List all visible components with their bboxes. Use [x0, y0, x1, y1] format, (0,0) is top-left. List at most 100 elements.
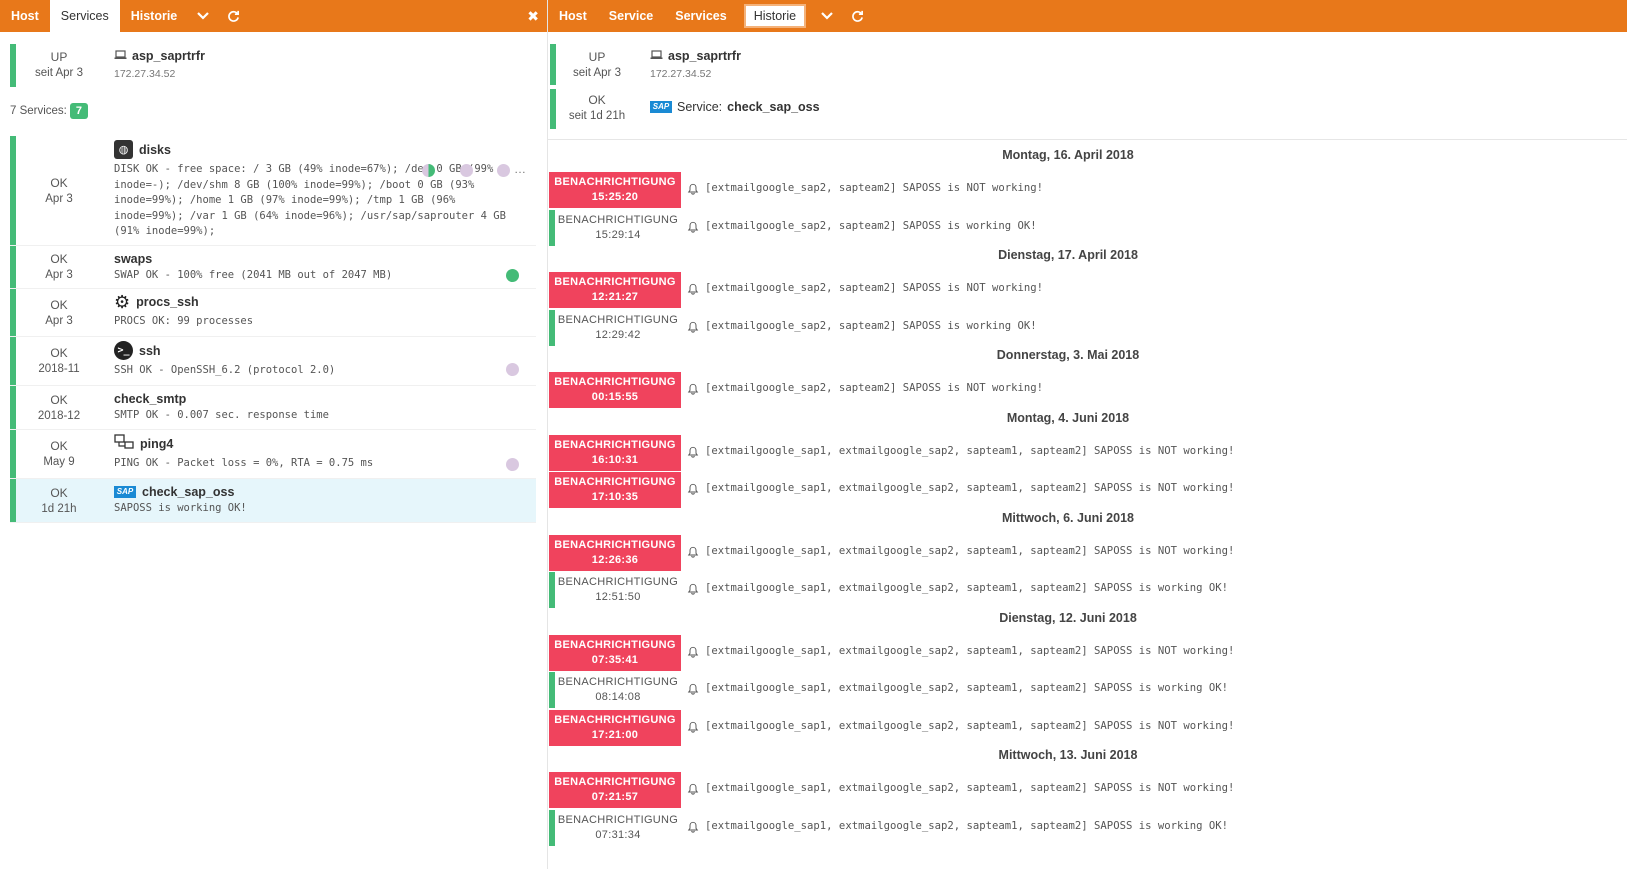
laptop-icon	[114, 49, 127, 63]
day-header: Dienstag, 12. Juni 2018	[999, 610, 1137, 625]
service-state-since: seit 1d 21h	[568, 110, 626, 122]
host-summary[interactable]: UP seit Apr 3 asp_saprtrfr 172.27.34.52	[550, 44, 1627, 85]
service-summary[interactable]: OK seit 1d 21h SAP Service: check_sap_os…	[550, 89, 1627, 129]
history-entry[interactable]: BENACHRICHTIGUNG 12:29:42 [extmailgoogle_s…	[549, 309, 1549, 346]
host-state-label: UP	[588, 50, 606, 64]
event-type-badge: BENACHRICHTIGUNG 17:21:00	[549, 709, 681, 746]
service-name[interactable]: swaps	[114, 252, 152, 266]
event-label: BENACHRICHTIGUNG	[554, 638, 676, 651]
bell-icon	[687, 283, 701, 297]
service-state: OK	[50, 175, 68, 190]
perfdata-pie[interactable]	[506, 458, 519, 471]
host-summary[interactable]: UP seit Apr 3 asp_saprtrfr 172.27.34.52	[10, 44, 547, 87]
service-name[interactable]: check_sap_oss	[142, 485, 234, 499]
history-entry[interactable]: BENACHRICHTIGUNG 16:10:31 [extmailgoogle_s…	[549, 434, 1549, 471]
perfdata-pie[interactable]	[506, 363, 519, 376]
chevron-down-icon[interactable]	[188, 0, 218, 32]
service-name[interactable]: ping4	[140, 437, 173, 451]
service-row-ssh[interactable]: OK 2018-11 >_ ssh SSH OK - OpenSSH_6.2 (pr…	[10, 337, 536, 386]
event-label: BENACHRICHTIGUNG	[557, 676, 679, 688]
service-name[interactable]: procs_ssh	[136, 295, 199, 309]
event-message: [extmailgoogle_sap2, sapteam2] SAPOSS is…	[705, 319, 1037, 332]
history-entry[interactable]: BENACHRICHTIGUNG 15:25:20 [extmailgoogle_s…	[549, 172, 1549, 208]
service-state: OK	[50, 346, 68, 360]
network-icon	[114, 434, 134, 453]
history-entry[interactable]: BENACHRICHTIGUNG 08:14:08 [extmailgoogle_s…	[549, 672, 1549, 708]
day-header: Mittwoch, 6. Juni 2018	[1002, 510, 1134, 525]
services-count: 7 Services: 7	[10, 103, 547, 119]
history-entry[interactable]: BENACHRICHTIGUNG 00:15:55 [extmailgoogle_s…	[549, 372, 1549, 408]
perfdata-pie[interactable]	[422, 164, 435, 177]
history-entry[interactable]: BENACHRICHTIGUNG 07:31:34 [extmailgoogle_s…	[549, 809, 1549, 846]
service-row-swaps[interactable]: OK Apr 3 swaps SWAP OK - 100% free (2041 …	[10, 246, 536, 289]
service-state-label: OK	[588, 93, 606, 107]
tab-service[interactable]: Service	[598, 0, 664, 32]
tab-history[interactable]: Historie	[120, 0, 189, 32]
bell-icon	[687, 783, 701, 797]
close-pane-icon[interactable]: ✖	[527, 0, 539, 32]
perfdata-pie[interactable]	[497, 164, 510, 177]
refresh-icon[interactable]	[218, 0, 248, 32]
event-time: 07:31:34	[595, 828, 641, 841]
event-label: BENACHRICHTIGUNG	[557, 813, 679, 826]
perfdata-pie[interactable]	[460, 164, 473, 177]
history-entry[interactable]: BENACHRICHTIGUNG 12:26:36 [extmailgoogle_s…	[549, 534, 1549, 571]
history-entry[interactable]: BENACHRICHTIGUNG 07:35:41 [extmailgoogle_s…	[549, 634, 1549, 671]
bell-icon	[687, 683, 701, 697]
laptop-icon	[650, 49, 663, 63]
event-message: [extmailgoogle_sap1, extmailgoogle_sap2,…	[705, 444, 1235, 457]
history-entry[interactable]: BENACHRICHTIGUNG 15:29:14 [extmailgoogle_s…	[549, 209, 1549, 246]
chevron-down-icon[interactable]	[812, 0, 842, 32]
bell-icon	[687, 483, 701, 497]
history-entry[interactable]: BENACHRICHTIGUNG 17:10:35 [extmailgoogle_s…	[549, 472, 1549, 508]
event-time: 12:21:27	[591, 291, 639, 303]
tab-services[interactable]: Services	[664, 0, 737, 32]
service-row-check-smtp[interactable]: OK 2018-12 check_smtp SMTP OK - 0.007 sec…	[10, 386, 536, 430]
perfdata-more-icon[interactable]: …	[514, 162, 526, 176]
service-name[interactable]: ssh	[139, 344, 161, 358]
event-type-badge: BENACHRICHTIGUNG 08:14:08	[549, 672, 681, 708]
host-address: 172.27.34.52	[650, 68, 712, 80]
day-header: Montag, 16. April 2018	[1002, 148, 1134, 162]
event-type-badge: BENACHRICHTIGUNG 15:29:14	[549, 209, 681, 246]
service-row-disks[interactable]: OK Apr 3 ◍ disks DISK OK - free space: / 3…	[10, 136, 536, 246]
service-row-check-sap-oss[interactable]: OK 1d 21h SAP check_sap_oss SAPOSS is work…	[10, 479, 536, 523]
perfdata-pie[interactable]	[506, 269, 519, 282]
tab-host[interactable]: Host	[548, 0, 598, 32]
tab-host[interactable]: Host	[0, 0, 50, 32]
service-row-ping4[interactable]: OK May 9 ping4 PING OK - Packet loss = 0%…	[10, 430, 536, 479]
event-message: [extmailgoogle_sap1, extmailgoogle_sap2,…	[705, 819, 1228, 832]
service-name[interactable]: check_sap_oss	[727, 100, 819, 114]
service-list: OK Apr 3 ◍ disks DISK OK - free space: / 3…	[0, 136, 547, 523]
history-entry[interactable]: BENACHRICHTIGUNG 12:51:50 [extmailgoogle_s…	[549, 572, 1549, 608]
bell-icon	[687, 646, 701, 660]
service-row-procs-ssh[interactable]: OK Apr 3 ⚙ procs_ssh PROCS OK: 99 processe…	[10, 289, 536, 337]
event-time: 15:29:14	[595, 228, 641, 241]
service-state: OK seit 1d 21h	[550, 89, 638, 129]
event-message: [extmailgoogle_sap1, extmailgoogle_sap2,…	[705, 682, 1228, 694]
host-name[interactable]: asp_saprtrfr	[132, 49, 205, 63]
host-name[interactable]: asp_saprtrfr	[668, 49, 741, 63]
tab-history[interactable]: Historie	[743, 4, 807, 28]
service-name[interactable]: disks	[139, 143, 171, 157]
history-entry[interactable]: BENACHRICHTIGUNG 12:21:27 [extmailgoogle_s…	[549, 272, 1549, 308]
event-message: [extmailgoogle_sap1, extmailgoogle_sap2,…	[705, 644, 1235, 657]
history-entry[interactable]: BENACHRICHTIGUNG 07:21:57 [extmailgoogle_s…	[549, 772, 1549, 808]
event-message: [extmailgoogle_sap2, sapteam2] SAPOSS is…	[705, 219, 1037, 232]
service-name[interactable]: check_smtp	[114, 392, 186, 406]
right-tabbar: Host Service Services Historie	[548, 0, 1627, 32]
bell-icon	[687, 546, 701, 560]
bell-icon	[687, 183, 701, 197]
event-type-badge: BENACHRICHTIGUNG 07:35:41	[549, 634, 681, 671]
host-state-label: UP	[50, 50, 68, 64]
service-state: OK	[50, 297, 68, 312]
sap-icon: SAP	[114, 486, 136, 498]
refresh-icon[interactable]	[842, 0, 872, 32]
event-time: 16:10:31	[591, 453, 639, 466]
tab-services[interactable]: Services	[49, 0, 120, 32]
services-ok-badge[interactable]: 7	[69, 103, 89, 119]
history-entry[interactable]: BENACHRICHTIGUNG 17:21:00 [extmailgoogle_s…	[549, 709, 1549, 746]
event-label: BENACHRICHTIGUNG	[557, 576, 679, 588]
event-time: 15:25:20	[591, 191, 639, 203]
event-time: 12:26:36	[591, 553, 639, 566]
